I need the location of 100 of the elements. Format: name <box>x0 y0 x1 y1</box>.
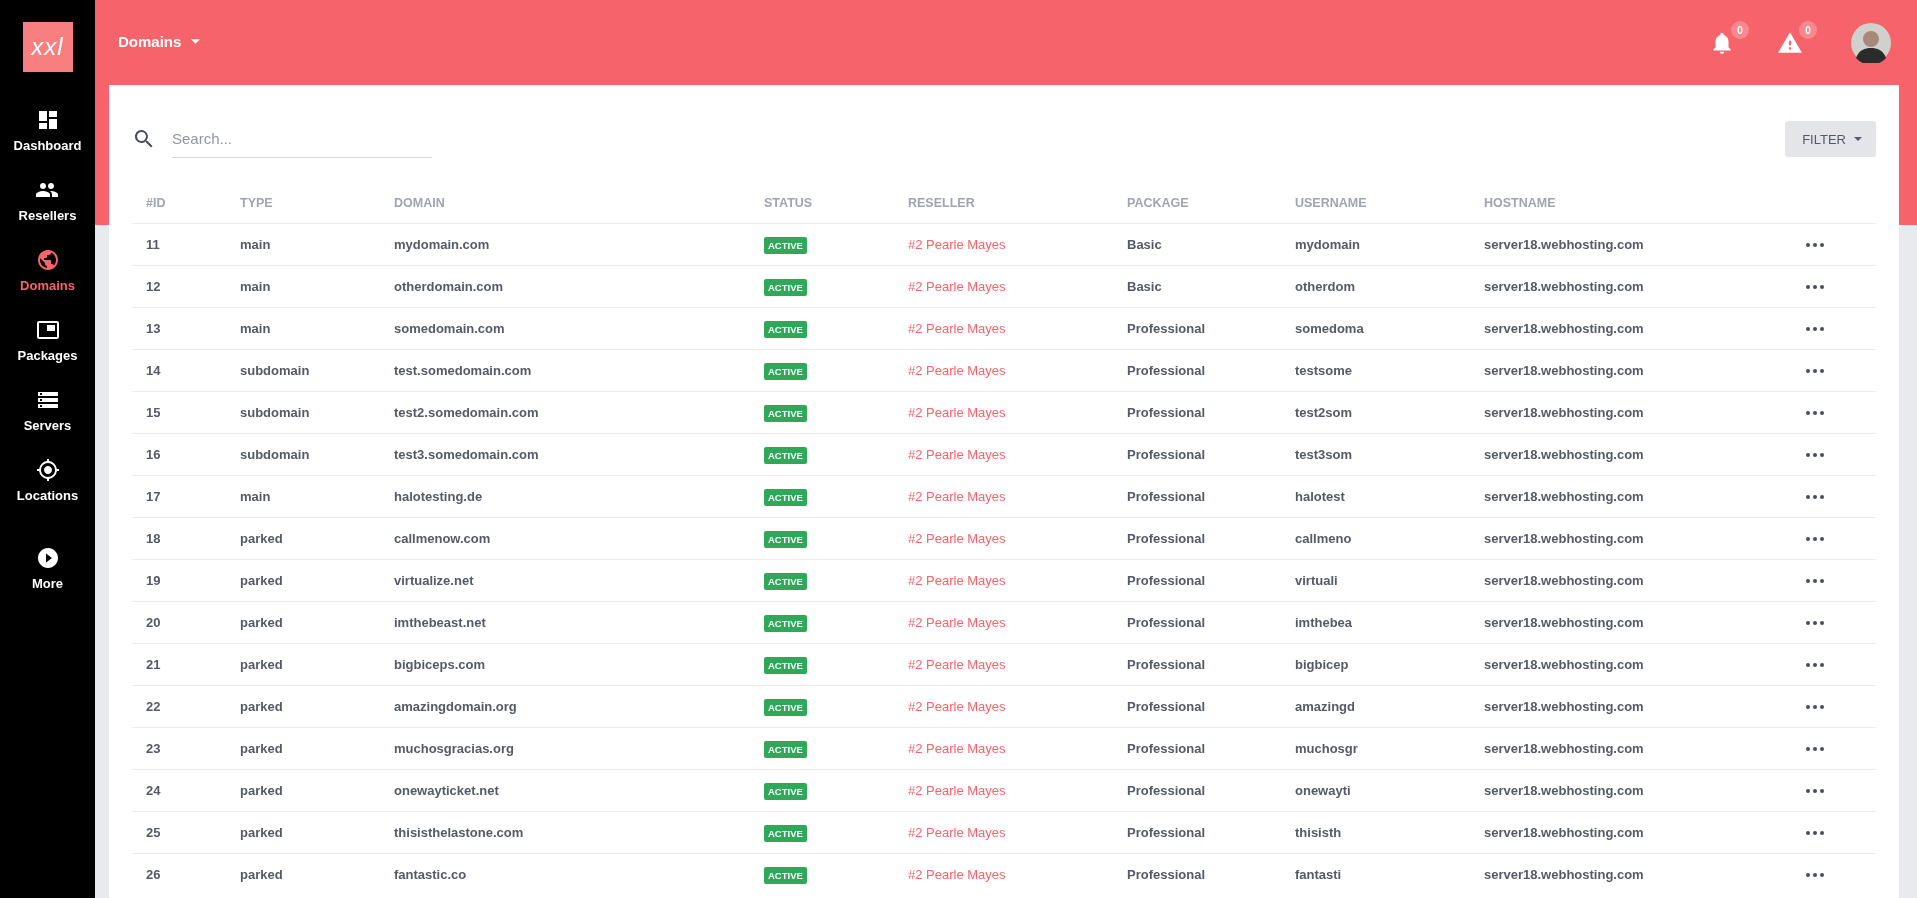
table-cell: 26 <box>146 867 161 882</box>
reseller-link[interactable]: #2 Pearle Mayes <box>908 825 1006 840</box>
table-cell: mydomain <box>1295 237 1360 252</box>
status-badge: ACTIVE <box>764 279 807 296</box>
column-header: STATUS <box>764 196 813 210</box>
table-cell: Basic <box>1127 279 1162 294</box>
reseller-link[interactable]: #2 Pearle Mayes <box>908 615 1006 630</box>
table-cell: 23 <box>146 741 161 756</box>
table-cell: parked <box>240 699 283 714</box>
status-badge: ACTIVE <box>764 573 807 590</box>
column-header: USERNAME <box>1295 196 1367 210</box>
table-cell: main <box>240 321 271 336</box>
table-cell: Professional <box>1127 783 1206 798</box>
alert-count: 0 <box>1799 21 1817 39</box>
table-cell: mydomain.com <box>394 237 490 252</box>
table-cell: virtuali <box>1295 573 1338 588</box>
table-cell: parked <box>240 615 283 630</box>
sidebar-item[interactable]: Servers <box>19 388 76 434</box>
reseller-link[interactable]: #2 Pearle Mayes <box>908 699 1006 714</box>
alerts-button[interactable] <box>1777 30 1803 56</box>
table-cell: onewayticket.net <box>394 783 499 798</box>
table-cell: otherdom <box>1295 279 1355 294</box>
table-cell: muchosgracias.org <box>394 741 514 756</box>
table-cell: server18.webhosting.com <box>1484 573 1644 588</box>
table-cell: test3.somedomain.com <box>394 447 539 462</box>
table-cell: onewayti <box>1295 783 1351 798</box>
package-icon <box>35 318 60 342</box>
table-cell: parked <box>240 531 283 546</box>
play-icon <box>35 546 60 570</box>
table-cell: main <box>240 237 271 252</box>
table-cell: halotesting.de <box>394 489 483 504</box>
column-header: #ID <box>146 196 166 210</box>
table-cell: Professional <box>1127 699 1206 714</box>
reseller-link[interactable]: #2 Pearle Mayes <box>908 531 1006 546</box>
reseller-link[interactable]: #2 Pearle Mayes <box>908 321 1006 336</box>
table-cell: 16 <box>146 447 161 462</box>
table-cell: Professional <box>1127 657 1206 672</box>
column-header: HOSTNAME <box>1484 196 1556 210</box>
table-cell: otherdomain.com <box>394 279 504 294</box>
table-cell: 24 <box>146 783 161 798</box>
sidebar-item[interactable]: Domains <box>16 248 79 294</box>
table-cell: server18.webhosting.com <box>1484 699 1644 714</box>
sidebar-item[interactable]: Locations <box>12 458 83 504</box>
status-badge: ACTIVE <box>764 531 807 548</box>
table-cell: thisisth <box>1295 825 1342 840</box>
reseller-link[interactable]: #2 Pearle Mayes <box>908 741 1006 756</box>
status-badge: ACTIVE <box>764 237 807 254</box>
table-cell: Professional <box>1127 321 1206 336</box>
table-cell: 17 <box>146 489 161 504</box>
table-cell: main <box>240 489 271 504</box>
location-icon <box>35 458 60 482</box>
sidebar-item[interactable]: More <box>27 546 68 592</box>
table-cell: 11 <box>146 237 160 252</box>
table-cell: server18.webhosting.com <box>1484 321 1644 336</box>
table-cell: 22 <box>146 699 161 714</box>
table-cell: halotest <box>1295 489 1345 504</box>
table-cell: imthebea <box>1295 615 1353 630</box>
reseller-link[interactable]: #2 Pearle Mayes <box>908 405 1006 420</box>
sidebar-item[interactable]: Resellers <box>14 178 81 224</box>
table-cell: server18.webhosting.com <box>1484 237 1644 252</box>
table-cell: test2som <box>1295 405 1353 420</box>
reseller-link[interactable]: #2 Pearle Mayes <box>908 447 1006 462</box>
reseller-link[interactable]: #2 Pearle Mayes <box>908 489 1006 504</box>
reseller-link[interactable]: #2 Pearle Mayes <box>908 573 1006 588</box>
table-cell: 13 <box>146 321 161 336</box>
table-cell: Professional <box>1127 405 1206 420</box>
sidebar-item[interactable]: Dashboard <box>9 108 86 154</box>
page-title-dropdown[interactable]: Domains <box>118 32 201 50</box>
table-cell: server18.webhosting.com <box>1484 867 1644 882</box>
sidebar-item[interactable]: Packages <box>13 318 82 364</box>
table-cell: Professional <box>1127 363 1206 378</box>
reseller-link[interactable]: #2 Pearle Mayes <box>908 237 1006 252</box>
filter-button[interactable]: FILTER <box>1785 121 1876 157</box>
status-badge: ACTIVE <box>764 867 807 884</box>
table-cell: server18.webhosting.com <box>1484 741 1644 756</box>
caret-icon <box>1854 137 1862 141</box>
reseller-link[interactable]: #2 Pearle Mayes <box>908 657 1006 672</box>
reseller-link[interactable]: #2 Pearle Mayes <box>908 363 1006 378</box>
table-cell: parked <box>240 825 283 840</box>
status-badge: ACTIVE <box>764 321 807 338</box>
table-cell: thisisthelastone.com <box>394 825 524 840</box>
reseller-link[interactable]: #2 Pearle Mayes <box>908 783 1006 798</box>
status-badge: ACTIVE <box>764 447 807 464</box>
table-cell: somedoma <box>1295 321 1364 336</box>
reseller-link[interactable]: #2 Pearle Mayes <box>908 867 1006 882</box>
table-cell: server18.webhosting.com <box>1484 363 1644 378</box>
table-cell: bigbicep <box>1295 657 1349 672</box>
table-cell: callmenow.com <box>394 531 491 546</box>
table-cell: parked <box>240 783 283 798</box>
table-cell: 20 <box>146 615 161 630</box>
reseller-link[interactable]: #2 Pearle Mayes <box>908 279 1006 294</box>
logo[interactable]: xxl <box>22 22 73 72</box>
table-cell: server18.webhosting.com <box>1484 405 1644 420</box>
table-cell: bigbiceps.com <box>394 657 486 672</box>
table-cell: amazingdomain.org <box>394 699 517 714</box>
table-cell: parked <box>240 867 283 882</box>
table-cell: Professional <box>1127 741 1206 756</box>
table-cell: server18.webhosting.com <box>1484 489 1644 504</box>
status-badge: ACTIVE <box>764 657 807 674</box>
avatar[interactable] <box>1851 23 1891 63</box>
